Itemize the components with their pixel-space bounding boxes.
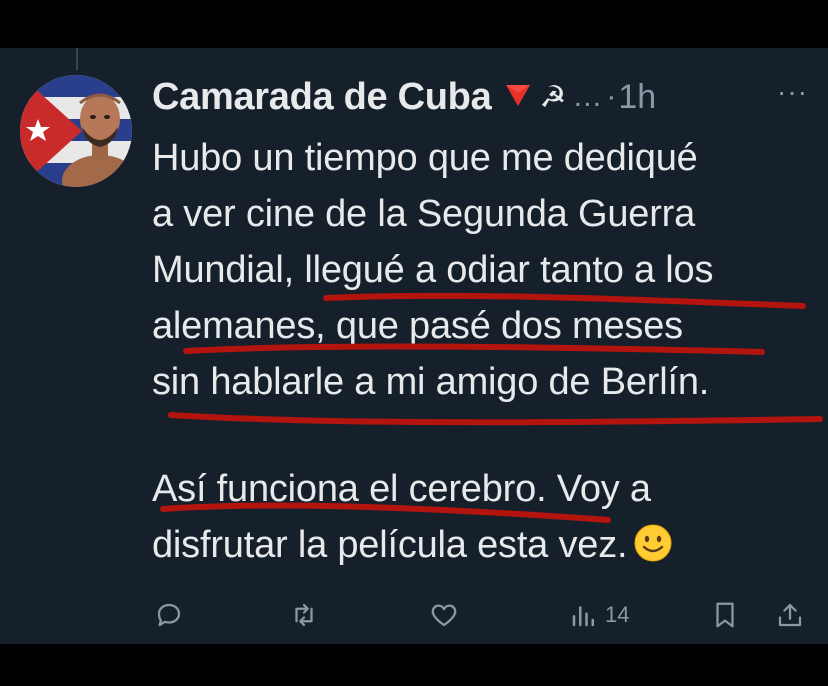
share-icon — [778, 603, 802, 627]
tweet-text-line: Así funciona el cerebro. Voy a — [152, 468, 651, 510]
tweet-text-line-with-emoji: disfrutar la película esta vez. — [152, 517, 792, 573]
hammer-sickle-icon: ☭ — [539, 80, 567, 114]
tweet-actions: 14 — [152, 600, 808, 636]
reply-icon — [157, 603, 181, 627]
red-triangle-icon — [505, 83, 531, 112]
more-options-icon[interactable]: ··· — [777, 76, 808, 108]
tweet-header: Camarada de Cuba ☭ … · 1h — [152, 72, 808, 122]
retweet-icon — [295, 603, 313, 627]
bookmark-button[interactable] — [710, 600, 740, 630]
separator-dot: · — [606, 80, 617, 113]
avatar[interactable] — [20, 75, 132, 187]
share-button[interactable] — [775, 600, 805, 630]
timestamp[interactable]: 1h — [618, 78, 656, 117]
views-icon — [572, 606, 594, 627]
retweet-button[interactable] — [289, 600, 319, 630]
tweet-text: Hubo un tiempo que me dediqué a ver cine… — [152, 130, 792, 573]
tweet-text-line: Mundial, llegué a odiar tanto a los — [152, 249, 714, 291]
tweet-text-line: Hubo un tiempo que me dediqué — [152, 137, 698, 179]
author-name[interactable]: Camarada de Cuba — [152, 76, 492, 119]
bookmark-icon — [716, 602, 734, 628]
tweet-text-line: alemanes, que pasé dos meses — [152, 305, 683, 347]
like-icon — [431, 604, 457, 627]
views-button[interactable]: 14 — [569, 600, 629, 630]
reply-button[interactable] — [154, 600, 184, 630]
thread-connector-line — [76, 48, 78, 70]
tweet-text-fragment: disfrutar la película esta vez. — [152, 524, 628, 566]
tweet-text-line: sin hablarle a mi amigo de Berlín. — [152, 361, 710, 403]
smile-emoji-icon — [633, 523, 673, 579]
like-button[interactable] — [429, 600, 459, 630]
truncation-ellipsis: … — [572, 80, 603, 113]
tweet-card[interactable]: Camarada de Cuba ☭ … · 1h ··· Hubo un ti… — [0, 48, 828, 644]
tweet-text-line: a ver cine de la Segunda Guerra — [152, 193, 696, 235]
views-count: 14 — [605, 602, 630, 627]
